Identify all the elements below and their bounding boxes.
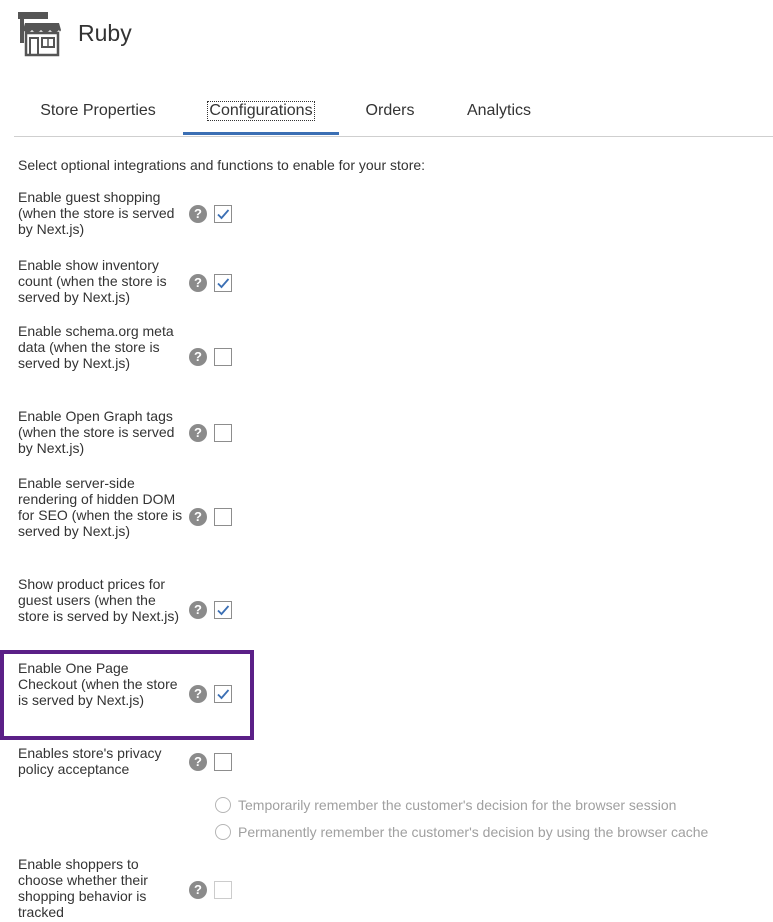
option-label-show-inventory: Enable show inventory count (when the st…: [18, 257, 167, 305]
help-icon[interactable]: ?: [189, 424, 207, 442]
tab-label: Orders: [365, 102, 415, 119]
tab-label: Store Properties: [40, 102, 156, 119]
checkbox-guest-prices[interactable]: [214, 601, 232, 619]
radio-option-permanent[interactable]: Permanently remember the customer's deci…: [215, 823, 708, 841]
check-icon: [217, 278, 230, 289]
radio-button[interactable]: [215, 824, 231, 840]
check-icon: [217, 689, 230, 700]
store-name: Ruby: [78, 19, 132, 46]
checkbox-ssr-hidden-dom[interactable]: [214, 508, 232, 526]
tab-bar: Store Properties Configurations Orders A…: [14, 92, 773, 137]
tab-orders[interactable]: Orders: [359, 92, 421, 132]
option-label-guest-prices: Show product prices for guest users (whe…: [18, 576, 180, 624]
tab-configurations[interactable]: Configurations: [183, 92, 339, 135]
option-label-schema-org: Enable schema.org meta data (when the st…: [18, 323, 174, 371]
checkbox-show-inventory[interactable]: [214, 274, 232, 292]
checkbox-guest-shopping[interactable]: [214, 205, 232, 223]
check-icon: [217, 209, 230, 220]
help-icon[interactable]: ?: [189, 753, 207, 771]
checkbox-one-page-checkout[interactable]: [214, 685, 232, 703]
tab-label: Analytics: [466, 102, 532, 119]
radio-label: Permanently remember the customer's deci…: [238, 824, 709, 840]
option-label-shopper-tracking: Enable shoppers to choose whether their …: [18, 856, 148, 920]
checkbox-shopper-tracking[interactable]: [214, 881, 232, 899]
tab-store-properties[interactable]: Store Properties: [28, 92, 168, 132]
option-label-privacy-policy: Enables store's privacy policy acceptanc…: [18, 745, 162, 777]
checkbox-schema-org[interactable]: [214, 348, 232, 366]
store-header: Ruby: [14, 8, 132, 58]
radio-label: Temporarily remember the customer's deci…: [238, 797, 677, 813]
option-label-one-page-checkout: Enable One Page Checkout (when the store…: [18, 660, 178, 708]
help-icon[interactable]: ?: [189, 881, 207, 899]
tab-label: Configurations: [207, 101, 315, 121]
radio-option-temporary[interactable]: Temporarily remember the customer's deci…: [215, 796, 676, 814]
check-icon: [217, 605, 230, 616]
help-icon[interactable]: ?: [189, 274, 207, 292]
help-icon[interactable]: ?: [189, 601, 207, 619]
storefront-icon: [18, 12, 61, 57]
radio-button[interactable]: [215, 797, 231, 813]
help-icon[interactable]: ?: [189, 205, 207, 223]
help-icon[interactable]: ?: [189, 508, 207, 526]
tab-analytics[interactable]: Analytics: [458, 92, 540, 132]
intro-text: Select optional integrations and functio…: [18, 157, 426, 173]
checkbox-privacy-policy[interactable]: [214, 753, 232, 771]
help-icon[interactable]: ?: [189, 685, 207, 703]
checkbox-open-graph[interactable]: [214, 424, 232, 442]
help-icon[interactable]: ?: [189, 348, 207, 366]
option-label-guest-shopping: Enable guest shopping (when the store is…: [18, 189, 175, 237]
option-label-ssr-hidden-dom: Enable server-side rendering of hidden D…: [18, 475, 183, 539]
option-label-open-graph: Enable Open Graph tags (when the store i…: [18, 408, 175, 456]
